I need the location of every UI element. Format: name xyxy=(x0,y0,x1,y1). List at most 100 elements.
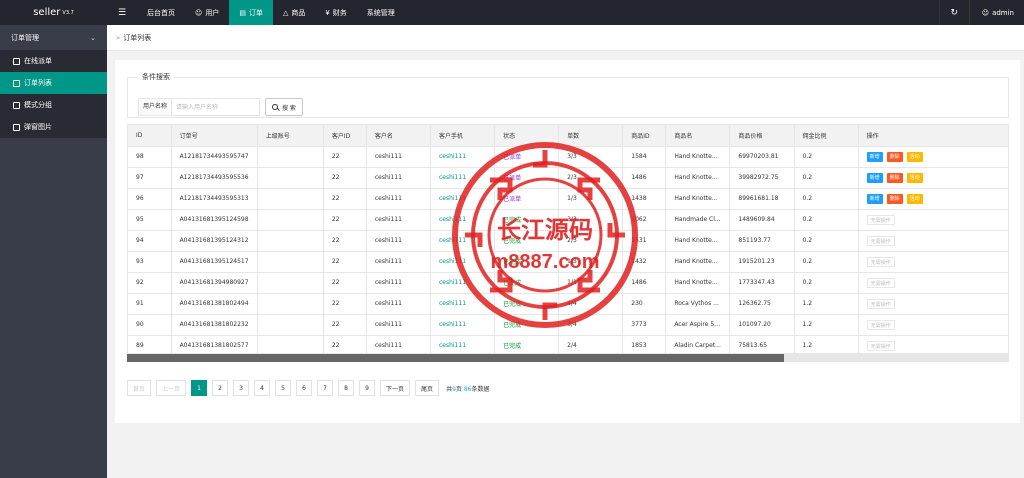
user-menu[interactable]: ☺ admin xyxy=(968,0,1024,25)
table-row: 96 A12181734493595313 22 ceshi111 ceshi111 已派… xyxy=(128,188,1008,210)
scrollbar-thumb[interactable] xyxy=(127,354,784,362)
sidebar-item-label: 订单列表 xyxy=(24,79,52,87)
search-button[interactable]: 搜 索 xyxy=(265,98,303,116)
cell-price: 1773347.43 xyxy=(729,272,795,294)
app-logo[interactable]: seller V3.7 xyxy=(0,0,107,25)
activate-button[interactable]: 活动 xyxy=(906,151,923,162)
cell-cid: 22 xyxy=(323,251,367,273)
cell-cname: ceshi111 xyxy=(366,293,431,315)
page-number-button[interactable]: 4 xyxy=(254,380,271,396)
nav-system[interactable]: 系统管理 xyxy=(357,0,405,25)
cell-pname: Handmade Cl... xyxy=(665,209,731,231)
page-number-button[interactable]: 8 xyxy=(338,380,355,396)
delete-button[interactable]: 删除 xyxy=(886,172,903,183)
cell-price: 1489609.84 xyxy=(729,209,795,231)
user-icon: ☺ xyxy=(981,8,990,17)
delete-button[interactable]: 删除 xyxy=(886,151,903,162)
column-header[interactable]: 上级账号 xyxy=(257,125,324,147)
column-header[interactable]: 客户手机 xyxy=(430,125,496,147)
cell-actions: 新增 删除 活动 xyxy=(858,167,1008,189)
search-icon xyxy=(272,104,279,110)
cell-id: 96 xyxy=(128,188,172,210)
column-header[interactable]: 操作 xyxy=(858,125,1008,147)
nav-products[interactable]: △ 商品 xyxy=(273,0,315,25)
column-header[interactable]: ID xyxy=(128,125,172,147)
cell-pid: 1062 xyxy=(622,209,667,231)
next-page-button[interactable]: 下一页 xyxy=(380,380,411,396)
page-number-button[interactable]: 2 xyxy=(212,380,229,396)
cell-status: 已完成 xyxy=(494,335,560,353)
column-header[interactable]: 订单号 xyxy=(171,125,258,147)
nav-users[interactable]: ☺ 用户 xyxy=(185,0,229,25)
cell-order: A04131681381802232 xyxy=(171,314,258,336)
cell-status: 已完成 xyxy=(494,251,560,273)
refresh-button[interactable]: ↻ xyxy=(938,0,969,25)
prev-page-button[interactable]: 上一页 xyxy=(156,380,187,396)
activate-button[interactable]: 活动 xyxy=(906,193,923,204)
cell-rate: 0.2 xyxy=(794,167,859,189)
cell-pname: Hand Knotte... xyxy=(665,188,731,210)
horizontal-scrollbar[interactable] xyxy=(127,354,1009,362)
breadcrumb-label[interactable]: 订单列表 xyxy=(123,33,151,43)
cell-price: 39982972.75 xyxy=(729,167,795,189)
column-header[interactable]: 商品价格 xyxy=(729,125,795,147)
search-button-label: 搜 索 xyxy=(282,104,296,112)
sidebar-item-order-list[interactable]: 订单列表 xyxy=(0,72,107,94)
last-page-button[interactable]: 尾页 xyxy=(415,380,440,396)
cell-pname: Acer Aspire 5 ... xyxy=(665,314,731,336)
cell-status: 已完成 xyxy=(494,230,560,252)
cell-status: 已派单 xyxy=(494,146,560,168)
page-number-button[interactable]: 9 xyxy=(359,380,376,396)
sidebar-item-label: 弹窗图片 xyxy=(24,123,52,131)
username-input[interactable] xyxy=(172,98,261,116)
add-button[interactable]: 新增 xyxy=(866,151,883,162)
page-number-button[interactable]: 5 xyxy=(275,380,292,396)
yen-icon: ¥ xyxy=(325,8,330,17)
activate-button[interactable]: 活动 xyxy=(906,172,923,183)
page-number-button[interactable]: 6 xyxy=(296,380,313,396)
page-number-button[interactable]: 3 xyxy=(233,380,250,396)
sidebar-item-mode-group[interactable]: 模式分组 xyxy=(0,94,107,116)
page-number-button[interactable]: 7 xyxy=(317,380,334,396)
cell-pid: 1486 xyxy=(622,167,667,189)
column-header[interactable]: 客户名 xyxy=(366,125,431,147)
cell-phone: ceshi111 xyxy=(430,314,496,336)
nav-finance[interactable]: ¥ 财务 xyxy=(315,0,356,25)
first-page-button[interactable]: 首页 xyxy=(127,380,152,396)
cell-pname: Hand Knotte... xyxy=(665,272,731,294)
sidebar-group-order-management[interactable]: 订单管理 ⌄ xyxy=(0,25,107,50)
cell-cid: 22 xyxy=(323,314,367,336)
column-header[interactable]: 客户ID xyxy=(323,125,367,147)
sidebar-item-online-dispatch[interactable]: 在线派单 xyxy=(0,50,107,72)
app-version: V3.7 xyxy=(62,9,74,16)
cell-cname: ceshi111 xyxy=(366,188,431,210)
cell-order: A04131681394980927 xyxy=(171,272,258,294)
add-button[interactable]: 新增 xyxy=(866,193,883,204)
cell-cid: 22 xyxy=(323,272,367,294)
cell-pid: 1438 xyxy=(622,188,667,210)
nav-orders[interactable]: ▤ 订单 xyxy=(229,0,273,25)
cell-pid: 1432 xyxy=(622,251,667,273)
cell-cid: 22 xyxy=(323,335,367,353)
nav-home[interactable]: 后台首页 xyxy=(137,0,185,25)
column-header[interactable]: 商品名 xyxy=(665,125,731,147)
cart-icon: △ xyxy=(282,8,289,17)
row-actions: 新增 删除 活动 xyxy=(866,151,1001,162)
column-header[interactable]: 商品ID xyxy=(622,125,667,147)
delete-button[interactable]: 删除 xyxy=(886,193,903,204)
cell-cname: ceshi111 xyxy=(366,314,431,336)
page-number-button[interactable]: 1 xyxy=(191,380,208,396)
sidebar-item-popup-image[interactable]: 弹窗图片 xyxy=(0,116,107,138)
column-header[interactable]: 状态 xyxy=(494,125,560,147)
cell-actions: 无需操作 xyxy=(858,230,1008,252)
cell-id: 97 xyxy=(128,167,172,189)
cell-price: 1915201.23 xyxy=(729,251,795,273)
menu-toggle-button[interactable]: ☰ xyxy=(107,0,137,25)
add-button[interactable]: 新增 xyxy=(866,172,883,183)
table-row: 92 A04131681394980927 22 ceshi111 ceshi111 已完… xyxy=(128,272,1008,294)
column-header[interactable]: 佣金比例 xyxy=(794,125,859,147)
column-header[interactable]: 单数 xyxy=(558,125,624,147)
cell-phone: ceshi111 xyxy=(430,146,496,168)
sidebar-group-label: 订单管理 xyxy=(11,33,39,42)
cell-order: A04131681381802494 xyxy=(171,293,258,315)
